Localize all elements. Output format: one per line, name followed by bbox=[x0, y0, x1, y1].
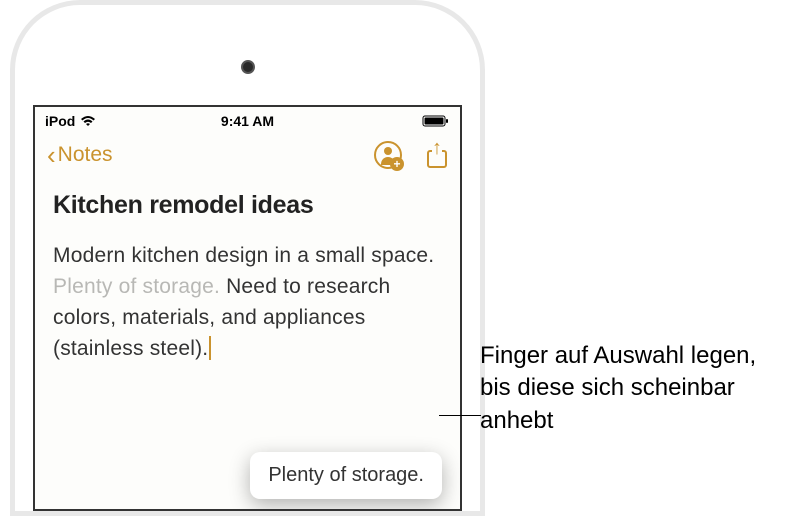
callout-annotation: Finger auf Auswahl legen, bis diese sich… bbox=[480, 340, 780, 437]
screen-border: iPod 9:41 AM ‹ Notes bbox=[33, 105, 462, 511]
callout-line bbox=[439, 415, 481, 416]
battery-icon bbox=[422, 114, 450, 128]
text-cursor bbox=[209, 336, 211, 360]
screen: iPod 9:41 AM ‹ Notes bbox=[35, 107, 460, 509]
wifi-icon bbox=[79, 114, 97, 128]
note-body[interactable]: Modern kitchen design in a small space. … bbox=[53, 240, 442, 364]
chevron-left-icon: ‹ bbox=[47, 142, 56, 168]
back-label: Notes bbox=[58, 143, 113, 167]
callout-text: Finger auf Auswahl legen, bis diese sich… bbox=[480, 340, 780, 437]
status-left: iPod bbox=[45, 113, 97, 129]
status-bar: iPod 9:41 AM bbox=[35, 107, 460, 133]
note-content[interactable]: Kitchen remodel ideas Modern kitchen des… bbox=[35, 177, 460, 378]
drag-selection-popup[interactable]: Plenty of storage. bbox=[250, 452, 442, 499]
note-text-before: Modern kitchen design in a small space. bbox=[53, 244, 434, 267]
drag-popup-text: Plenty of storage. bbox=[268, 464, 424, 486]
device-bezel: iPod 9:41 AM ‹ Notes bbox=[15, 5, 480, 511]
device-frame: iPod 9:41 AM ‹ Notes bbox=[10, 0, 485, 516]
device-label: iPod bbox=[45, 113, 75, 129]
note-text-selected[interactable]: Plenty of storage. bbox=[53, 275, 220, 298]
device-camera bbox=[241, 60, 255, 74]
add-collaborator-icon[interactable]: + bbox=[374, 141, 402, 169]
status-time: 9:41 AM bbox=[221, 113, 274, 129]
nav-right: + ↑ bbox=[374, 141, 448, 169]
note-title: Kitchen remodel ideas bbox=[53, 191, 442, 220]
nav-bar: ‹ Notes + ↑ bbox=[35, 133, 460, 177]
share-icon[interactable]: ↑ bbox=[426, 142, 448, 168]
back-button[interactable]: ‹ Notes bbox=[47, 142, 113, 168]
